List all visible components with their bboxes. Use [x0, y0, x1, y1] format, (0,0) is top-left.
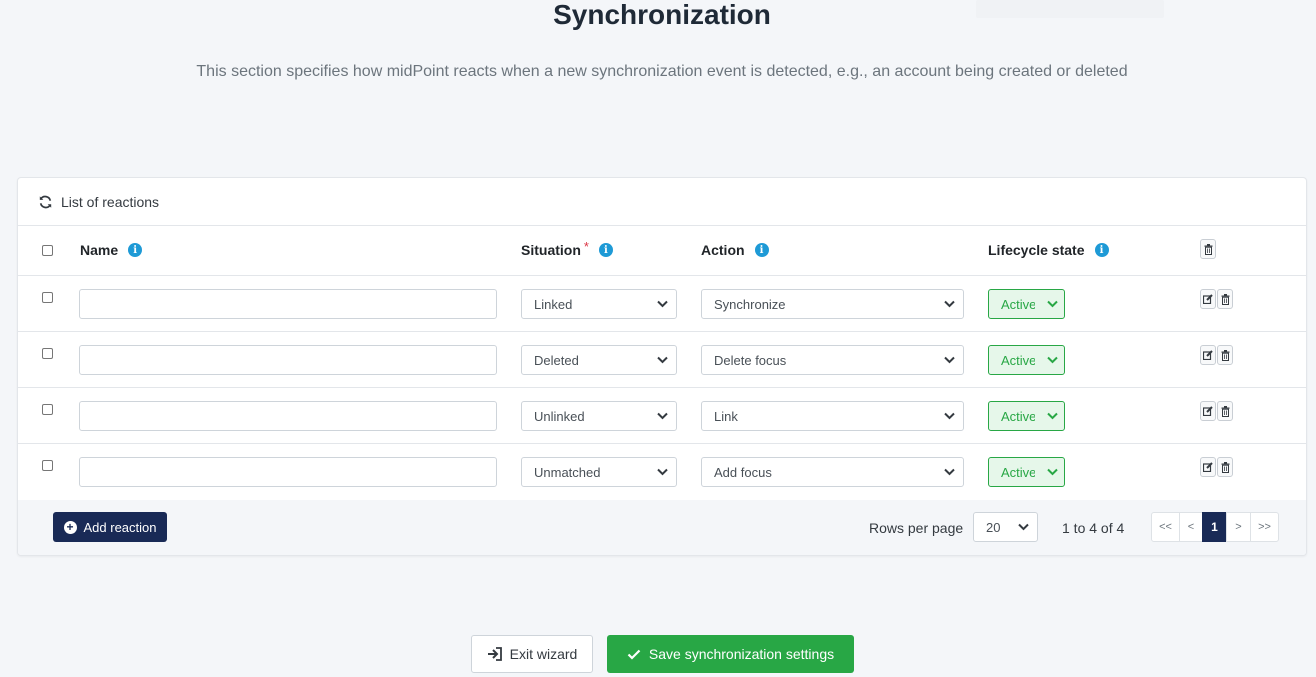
rows-per-page-label: Rows per page [869, 520, 964, 536]
situation-select[interactable]: Unlinked [521, 401, 677, 431]
card-title: List of reactions [61, 193, 160, 210]
row-checkbox[interactable] [42, 404, 53, 415]
edit-button[interactable] [1200, 457, 1216, 477]
lifecycle-select[interactable]: Active [988, 401, 1065, 431]
delete-button[interactable] [1217, 345, 1233, 365]
action-select[interactable]: Link [701, 401, 964, 431]
edit-icon [1203, 462, 1213, 472]
first-page-button[interactable]: << [1151, 512, 1180, 542]
column-situation: Situation * i [521, 238, 613, 258]
page-description: This section specifies how midPoint reac… [196, 63, 1128, 80]
name-input[interactable] [79, 401, 497, 431]
pagination: << < 1 > >> [1151, 512, 1279, 542]
required-marker: * [583, 238, 589, 254]
row-checkbox[interactable] [42, 292, 53, 303]
table-row: Deleted Delete focus Active [18, 332, 1306, 388]
header-placeholder [976, 0, 1164, 18]
lifecycle-select[interactable]: Active [988, 345, 1065, 375]
info-icon[interactable]: i [754, 243, 769, 257]
situation-select[interactable]: Linked [521, 289, 677, 319]
chevron-down-icon [657, 468, 668, 476]
table-row: Linked Synchronize Active [18, 276, 1306, 332]
chevron-down-icon [657, 412, 668, 420]
edit-button[interactable] [1200, 401, 1216, 421]
delete-button[interactable] [1217, 457, 1233, 477]
chevron-down-icon [944, 468, 955, 476]
save-settings-button[interactable]: Save synchronization settings [607, 635, 854, 673]
column-action: Action i [701, 242, 769, 258]
plus-circle-icon: + [63, 520, 77, 534]
chevron-down-icon [1018, 523, 1029, 531]
chevron-down-icon [657, 300, 668, 308]
delete-button[interactable] [1217, 289, 1233, 309]
edit-button[interactable] [1200, 289, 1216, 309]
chevron-down-icon [657, 356, 668, 364]
info-icon[interactable]: i [1094, 243, 1109, 257]
rows-per-page-select[interactable]: 20 [973, 512, 1038, 542]
edit-icon [1203, 350, 1213, 360]
name-input[interactable] [79, 345, 497, 375]
table-row: Unmatched Add focus Active [18, 444, 1306, 500]
name-input[interactable] [79, 457, 497, 487]
info-icon[interactable]: i [598, 243, 613, 257]
reactions-card: List of reactions Name i Situation * i A… [17, 177, 1307, 556]
trash-icon [1204, 243, 1212, 255]
row-checkbox[interactable] [42, 460, 53, 471]
sign-in-icon [487, 647, 502, 661]
delete-button[interactable] [1217, 401, 1233, 421]
chevron-down-icon [1047, 300, 1058, 308]
edit-button[interactable] [1200, 345, 1216, 365]
prev-page-button[interactable]: < [1179, 512, 1203, 542]
next-page-button[interactable]: > [1226, 512, 1251, 542]
column-name: Name i [80, 242, 143, 258]
table-header: Name i Situation * i Action i Lifecycle … [18, 226, 1306, 276]
chevron-down-icon [944, 356, 955, 364]
situation-select[interactable]: Deleted [521, 345, 677, 375]
card-header: List of reactions [18, 178, 1306, 226]
pagination-range: 1 to 4 of 4 [1062, 520, 1125, 536]
trash-icon [1221, 461, 1229, 473]
current-page-button[interactable]: 1 [1202, 512, 1227, 542]
chevron-down-icon [1047, 356, 1058, 364]
name-input[interactable] [79, 289, 497, 319]
table-row: Unlinked Link Active [18, 388, 1306, 444]
check-icon [627, 649, 641, 660]
exit-wizard-button[interactable]: Exit wizard [471, 635, 593, 673]
select-all-checkbox[interactable] [42, 245, 53, 256]
last-page-button[interactable]: >> [1250, 512, 1279, 542]
info-icon[interactable]: i [128, 243, 143, 257]
chevron-down-icon [1047, 468, 1058, 476]
delete-selected-button[interactable] [1200, 239, 1216, 259]
action-select[interactable]: Synchronize [701, 289, 964, 319]
edit-icon [1203, 294, 1213, 304]
add-reaction-button[interactable]: + Add reaction [53, 512, 167, 542]
chevron-down-icon [944, 300, 955, 308]
lifecycle-select[interactable]: Active [988, 289, 1065, 319]
lifecycle-select[interactable]: Active [988, 457, 1065, 487]
trash-icon [1221, 293, 1229, 305]
trash-icon [1221, 349, 1229, 361]
row-checkbox[interactable] [42, 348, 53, 359]
refresh-icon [39, 195, 52, 208]
chevron-down-icon [1047, 412, 1058, 420]
chevron-down-icon [944, 412, 955, 420]
table-footer: + Add reaction Rows per page 20 1 to 4 o… [18, 500, 1306, 555]
edit-icon [1203, 406, 1213, 416]
situation-select[interactable]: Unmatched [521, 457, 677, 487]
trash-icon [1221, 405, 1229, 417]
action-select[interactable]: Delete focus [701, 345, 964, 375]
action-select[interactable]: Add focus [701, 457, 964, 487]
column-lifecycle: Lifecycle state i [988, 242, 1109, 258]
